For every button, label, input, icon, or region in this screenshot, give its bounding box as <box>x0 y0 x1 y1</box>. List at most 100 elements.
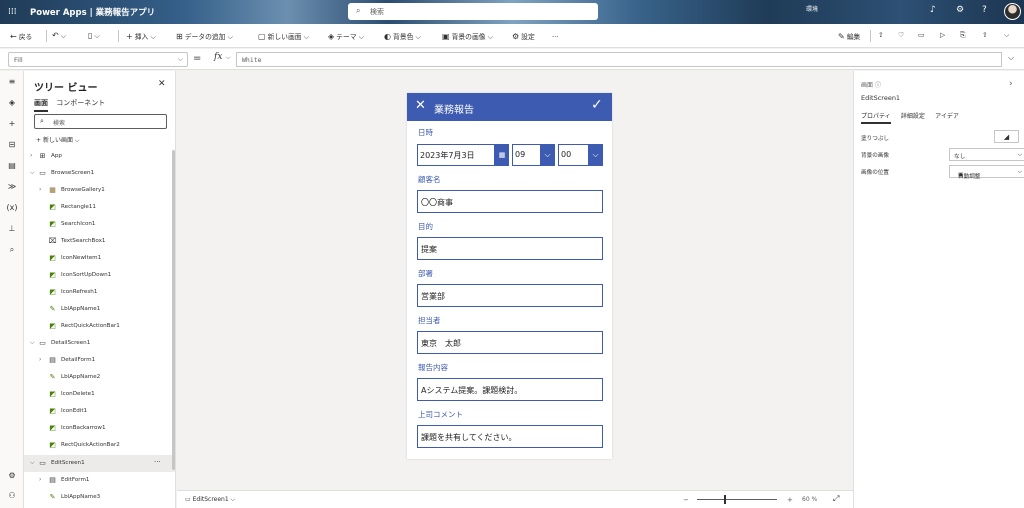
purpose-input[interactable]: 提案 <box>417 237 603 260</box>
back-button[interactable]: ← 戻る <box>10 31 32 41</box>
chevron-right-icon[interactable]: › <box>39 356 41 363</box>
gear-icon[interactable]: ⚙ <box>956 5 964 15</box>
paste-button[interactable]: ▯ ⌵ <box>88 31 100 41</box>
tree-node-screen[interactable]: ⌵ ▭ DetailScreen1 <box>24 335 175 352</box>
new-screen-button[interactable]: + 新しい画面 ⌵ <box>36 135 79 145</box>
chevron-down-icon[interactable]: ⌵ <box>30 169 35 177</box>
chevron-right-icon[interactable]: › <box>30 152 32 159</box>
background-image-dropdown[interactable]: なし ⌵ <box>949 148 1024 161</box>
tab-screens[interactable]: 画面 <box>34 98 48 112</box>
tree-node-app[interactable]: › ⊞ App <box>24 148 175 165</box>
tree-scrollbar[interactable] <box>172 150 175 470</box>
fill-color-button[interactable]: ◢ <box>994 130 1019 143</box>
bell-icon[interactable]: ♪ <box>930 5 936 15</box>
chevron-right-icon[interactable]: › <box>39 186 41 193</box>
tab-components[interactable]: コンポーネント <box>56 98 105 110</box>
tree-search-input[interactable]: ⌕ 検索 <box>34 114 167 129</box>
tree-node-control[interactable]: ◩ IconBackarrow1 <box>24 420 175 437</box>
tree-node-control[interactable]: ◩ IconDelete1 <box>24 386 175 403</box>
tree-node-control[interactable]: ◩ IconEdit1 <box>24 403 175 420</box>
tree-node-control[interactable]: ◩ RectQuickActionBar1 <box>24 318 175 335</box>
department-input[interactable]: 営業部 <box>417 284 603 307</box>
variables-icon[interactable]: (x) <box>6 203 18 212</box>
more-chevron-icon[interactable]: ⌵ <box>1004 31 1009 40</box>
close-icon[interactable]: ✕ <box>415 98 426 113</box>
media-icon[interactable]: ▤ <box>6 161 18 170</box>
tree-node-control[interactable]: ◩ IconSortUpDown1 <box>24 267 175 284</box>
zoom-out-button[interactable]: − <box>683 496 689 504</box>
tab-advanced[interactable]: 詳細設定 <box>901 111 925 122</box>
new-screen-button[interactable]: ▢ 新しい画面 ⌵ <box>258 31 309 42</box>
image-position-dropdown[interactable]: ▣ 自動調整 ⌵ <box>949 165 1024 180</box>
chevron-down-icon[interactable]: ⌵ <box>226 54 231 62</box>
health-icon[interactable]: ♡ <box>898 31 904 39</box>
tree-node-control[interactable]: ◩ IconNewItem1 <box>24 250 175 267</box>
property-dropdown[interactable]: Fill ⌵ <box>8 52 188 67</box>
undo-button[interactable]: ↶ ⌵ <box>52 31 66 41</box>
add-data-button[interactable]: ⊞ データの追加 ⌵ <box>176 31 233 42</box>
tree-node-control[interactable]: ◩ IconRefresh1 <box>24 284 175 301</box>
date-picker[interactable]: 2023年7月3日 <box>417 144 495 166</box>
fx-icon[interactable]: fx <box>214 52 222 62</box>
chevron-right-icon[interactable]: › <box>1009 79 1013 89</box>
app-launcher-icon[interactable]: ⁞⁞⁞ <box>8 7 18 17</box>
insert-button[interactable]: + 挿入 ⌵ <box>126 31 156 42</box>
tab-properties[interactable]: プロパティ <box>861 111 891 124</box>
customer-input[interactable]: 〇〇商事 <box>417 190 603 213</box>
comment-icon[interactable]: ▭ <box>918 31 924 39</box>
more-button[interactable]: ... <box>552 31 558 39</box>
minute-dropdown[interactable]: 00 ⌵ <box>558 144 603 166</box>
power-automate-icon[interactable]: ≫ <box>6 182 18 191</box>
checkmark-icon[interactable]: ✓ <box>591 97 603 113</box>
close-icon[interactable]: ✕ <box>158 79 166 89</box>
zoom-slider-thumb[interactable] <box>724 495 726 504</box>
help-icon[interactable]: ? <box>982 5 987 15</box>
tree-node-screen[interactable]: ⌵ ▭ BrowseScreen1 <box>24 165 175 182</box>
chevron-right-icon[interactable]: › <box>39 476 41 483</box>
layers-icon[interactable]: ◈ <box>6 98 18 107</box>
background-color-button[interactable]: ◐ 背景色 ⌵ <box>384 31 421 42</box>
insert-icon[interactable]: + <box>6 119 18 128</box>
theme-button[interactable]: ◈ テーマ ⌵ <box>328 31 364 42</box>
chevron-down-icon[interactable]: ⌵ <box>30 339 35 347</box>
environment-label[interactable]: 環境 <box>806 4 818 13</box>
zoom-slider[interactable] <box>697 499 777 500</box>
tree-node-control[interactable]: ✎ LblAppName1 <box>24 301 175 318</box>
report-input[interactable]: Aシステム提案。課題検討。 <box>417 378 603 401</box>
background-image-button[interactable]: ▣ 背景の画像 ⌵ <box>442 31 493 42</box>
tree-node-control[interactable]: › ▤ EditForm1 <box>24 472 175 489</box>
chevron-down-icon[interactable]: ⌵ <box>30 459 35 467</box>
fit-to-window-icon[interactable]: ⤢ <box>833 494 839 504</box>
search-icon[interactable]: ⌕ <box>6 245 18 255</box>
settings-button[interactable]: ⚙ 設定 <box>512 31 535 41</box>
tree-node-screen-selected[interactable]: ⌵ ▭ EditScreen1 ··· <box>24 455 175 472</box>
tree-node-control[interactable]: ◩ RectQuickActionBar2 <box>24 437 175 454</box>
menu-icon[interactable]: ≡ <box>6 77 18 86</box>
edit-button[interactable]: ✎ 編集 <box>838 31 860 41</box>
global-search-input[interactable]: ⌕ 検索 <box>348 3 598 20</box>
avatar[interactable] <box>1004 3 1021 20</box>
zoom-in-button[interactable]: + <box>787 496 793 504</box>
tree-node-control[interactable]: › ▦ BrowseGallery1 <box>24 182 175 199</box>
tree-node-control[interactable]: ✎ LblAppName2 <box>24 369 175 386</box>
settings-icon[interactable]: ⚙ <box>6 471 18 480</box>
screen-selector[interactable]: ▭ EditScreen1 ⌵ <box>185 496 235 504</box>
tools-icon[interactable]: ⊥ <box>6 224 18 233</box>
preview-icon[interactable]: ▷ <box>940 31 945 39</box>
tree-node-control[interactable]: ◩ Rectangle11 <box>24 199 175 216</box>
help-icon[interactable]: ⓘ <box>875 82 881 89</box>
more-options-icon[interactable]: ··· <box>154 458 161 466</box>
data-icon[interactable]: ⊟ <box>6 140 18 149</box>
tab-ideas[interactable]: アイデア <box>935 111 959 122</box>
comment-input[interactable]: 課題を共有してください。 <box>417 425 603 448</box>
save-icon[interactable]: ⎘ <box>960 31 965 40</box>
person-input[interactable]: 東京 太郎 <box>417 331 603 354</box>
virtual-agent-icon[interactable]: ⚇ <box>6 491 18 500</box>
tree-node-control[interactable]: ✎ LblAppName3 <box>24 489 175 506</box>
formula-input[interactable]: White <box>236 52 1002 67</box>
tree-node-control[interactable]: › ▤ DetailForm1 <box>24 352 175 369</box>
publish-icon[interactable]: ⇧ <box>982 31 988 39</box>
calendar-icon[interactable]: ▦ <box>495 144 509 166</box>
expand-chevron-icon[interactable]: ⌵ <box>1008 53 1014 63</box>
share-icon[interactable]: ⇪ <box>878 31 884 39</box>
